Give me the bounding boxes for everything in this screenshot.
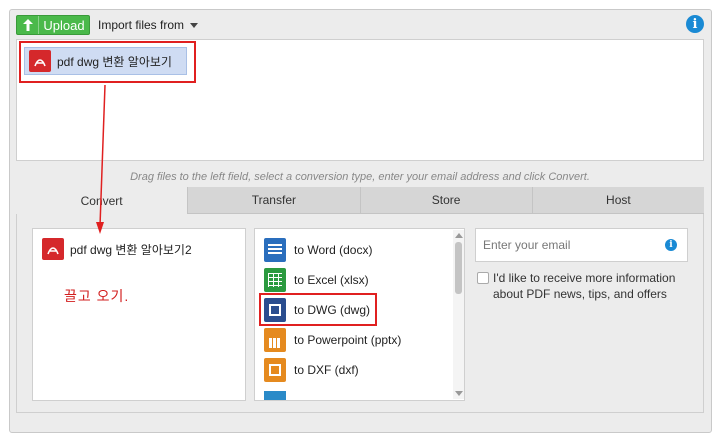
annotation-arrow xyxy=(96,84,106,234)
